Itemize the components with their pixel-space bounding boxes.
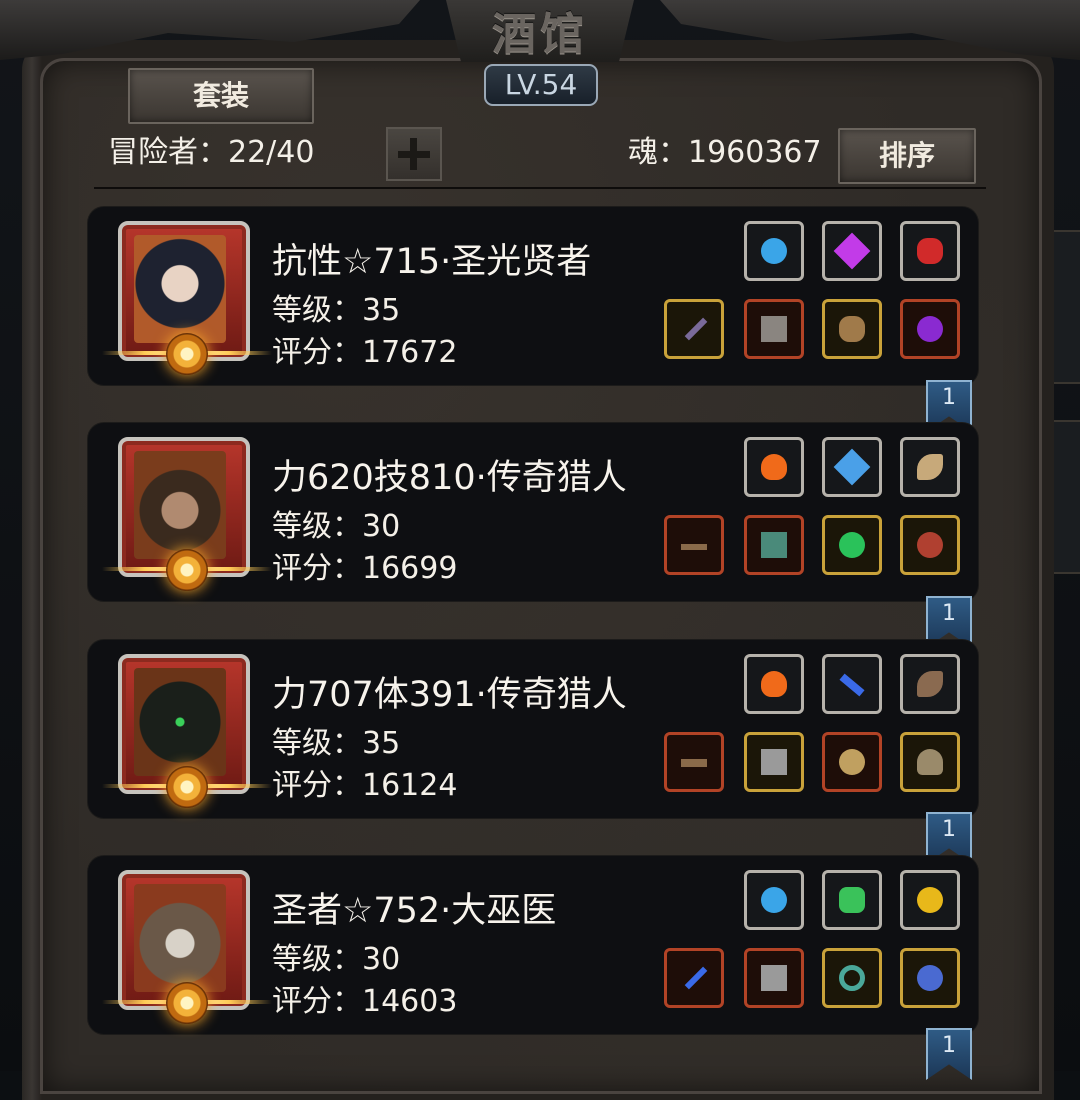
staff-icon[interactable] (664, 948, 724, 1008)
mask-icon[interactable] (822, 299, 882, 359)
hero-level: 等级：30 (272, 509, 401, 544)
skull-icon[interactable] (900, 515, 960, 575)
horn-icon[interactable] (900, 437, 960, 497)
hero-card[interactable]: 圣者☆752·大巫医 等级：30 评分：14603 (88, 856, 978, 1034)
hero-level: 等级：30 (272, 942, 401, 977)
mace-icon[interactable] (664, 299, 724, 359)
level-badge: LV.54 (484, 64, 598, 106)
pendant-icon[interactable] (900, 948, 960, 1008)
set-button[interactable]: 套装 (128, 68, 314, 124)
pistol-icon[interactable] (664, 732, 724, 792)
add-adventurer-button[interactable] (386, 127, 442, 181)
hero-name: 力707体391·传奇猎人 (272, 675, 627, 715)
hero-avatar (134, 884, 226, 992)
blue-orb-icon[interactable] (744, 870, 804, 930)
hero-avatar (134, 235, 226, 343)
blue-orb-icon[interactable] (744, 221, 804, 281)
rank-emblem-icon (166, 982, 208, 1024)
golden-apple-icon[interactable] (900, 870, 960, 930)
hero-card[interactable]: 抗性☆715·圣光贤者 等级：35 评分：17672 (88, 207, 978, 385)
hero-level: 等级：35 (272, 726, 401, 761)
adventurer-count: 冒险者：22/40 (108, 135, 315, 170)
hero-card[interactable]: 力707体391·传奇猎人 等级：35 评分：16124 (88, 640, 978, 818)
armor-icon[interactable] (744, 515, 804, 575)
hero-name: 抗性☆715·圣光贤者 (272, 242, 592, 282)
armor-icon[interactable] (744, 732, 804, 792)
rank-emblem-icon (166, 549, 208, 591)
hero-score: 评分：17672 (272, 335, 458, 370)
blue-feather-icon[interactable] (822, 654, 882, 714)
hero-score: 评分：16699 (272, 551, 458, 586)
purple-crystal-icon[interactable] (822, 221, 882, 281)
rank-emblem-icon (166, 333, 208, 375)
fire-icon[interactable] (744, 437, 804, 497)
fire-icon[interactable] (744, 654, 804, 714)
robe-icon[interactable] (744, 299, 804, 359)
hero-name: 圣者☆752·大巫医 (272, 891, 557, 931)
musket-icon[interactable] (664, 515, 724, 575)
blue-pendant-icon[interactable] (822, 437, 882, 497)
pendant-icon[interactable] (900, 299, 960, 359)
hero-avatar (134, 451, 226, 559)
page-title: 酒馆 (492, 9, 588, 60)
divider (94, 187, 986, 189)
green-charm-icon[interactable] (822, 515, 882, 575)
hero-score: 评分：14603 (272, 984, 458, 1019)
ring-icon[interactable] (822, 948, 882, 1008)
hero-level: 等级：35 (272, 293, 401, 328)
lantern-icon[interactable] (822, 870, 882, 930)
hero-card[interactable]: 力620技810·传奇猎人 等级：30 评分：16699 (88, 423, 978, 601)
hero-score: 评分：16124 (272, 768, 458, 803)
helmet-icon[interactable] (900, 732, 960, 792)
rank-emblem-icon (166, 766, 208, 808)
horn-icon[interactable] (900, 654, 960, 714)
armor-icon[interactable] (744, 948, 804, 1008)
soul-count: 魂：1960367 (628, 135, 822, 170)
hero-avatar (134, 668, 226, 776)
red-gem-icon[interactable] (900, 221, 960, 281)
sort-button[interactable]: 排序 (838, 128, 976, 184)
medal-icon[interactable] (822, 732, 882, 792)
hero-name: 力620技810·传奇猎人 (272, 458, 627, 498)
